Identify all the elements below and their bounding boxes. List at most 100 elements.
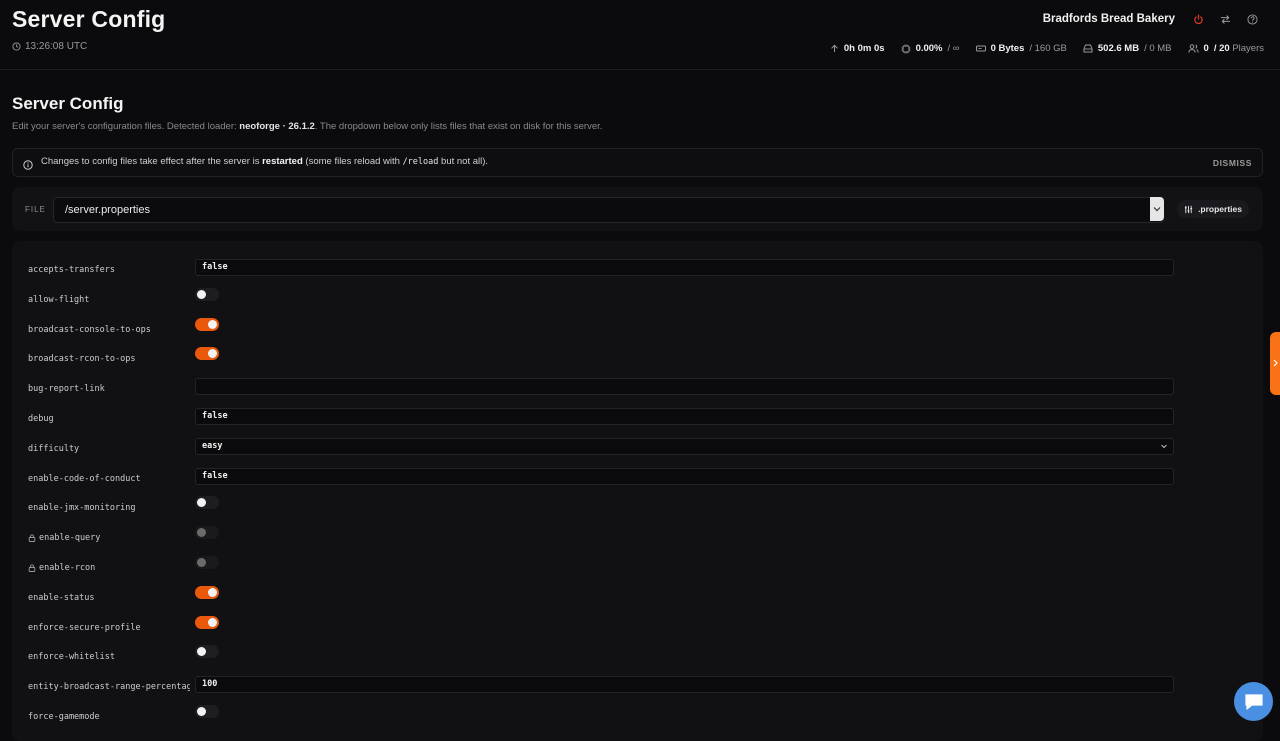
property-key: enable-code-of-conduct	[28, 474, 141, 484]
dismiss-button[interactable]: DISMISS	[1213, 158, 1252, 168]
property-row: enable-rcon	[12, 555, 1263, 585]
subtitle-prefix: Edit your server's configuration files. …	[12, 121, 240, 132]
cpu-icon	[901, 44, 911, 53]
property-key-text: enforce-secure-profile	[28, 622, 141, 633]
property-key-text: force-gamemode	[28, 712, 100, 722]
toggle-knob	[197, 707, 206, 716]
property-key-text: broadcast-console-to-ops	[28, 324, 151, 335]
lock-icon	[28, 534, 36, 543]
players-max: / 20	[1213, 43, 1230, 54]
property-toggle	[195, 526, 219, 540]
property-input[interactable]: 100	[195, 676, 1174, 694]
toggle-knob	[197, 289, 206, 299]
toggle-knob	[208, 587, 217, 597]
players-online: 0	[1203, 43, 1209, 54]
property-toggle[interactable]	[195, 347, 219, 361]
side-panel-handle[interactable]	[1270, 332, 1280, 395]
property-value: easy	[202, 440, 223, 451]
property-value: false	[202, 411, 228, 421]
property-row: enable-jmx-monitoring	[12, 495, 1263, 525]
chevron-down-icon	[1161, 444, 1167, 449]
file-dropdown-value: /server.properties	[65, 204, 150, 216]
property-key: debug	[28, 414, 54, 424]
property-key: enforce-secure-profile	[28, 623, 141, 633]
property-toggle	[195, 556, 219, 569]
property-key-text: enable-jmx-monitoring	[28, 503, 136, 514]
file-selector-bar: FILE /server.properties .properties	[12, 187, 1263, 231]
property-row: broadcast-rcon-to-ops	[12, 346, 1263, 376]
users-icon	[1187, 44, 1199, 53]
detected-loader: neoforge · 26.1.2	[239, 121, 315, 132]
property-toggle[interactable]	[195, 645, 219, 659]
property-input[interactable]	[195, 378, 1174, 396]
notice-suffix: but not all).	[438, 156, 489, 167]
players-stat: 0 / 20 Players	[1187, 43, 1264, 54]
property-input[interactable]: false	[195, 408, 1174, 425]
property-row: difficulty easy	[12, 436, 1263, 466]
toggle-knob	[197, 498, 206, 508]
property-toggle[interactable]	[195, 496, 219, 510]
property-key-text: enable-query	[39, 533, 101, 544]
switch-server-icon[interactable]	[1220, 14, 1231, 25]
property-key-text: broadcast-rcon-to-ops	[28, 354, 136, 365]
memory-stat: 502.6 MB / 0 MB	[1083, 43, 1172, 54]
property-row: accepts-transfers false	[12, 257, 1263, 287]
property-key: entity-broadcast-range-percentage	[28, 682, 190, 692]
file-extension-badge: .properties	[1177, 200, 1249, 218]
server-clock: 13:26:08 UTC	[12, 41, 87, 52]
property-value: false	[202, 470, 228, 481]
clock-text: 13:26:08 UTC	[25, 41, 88, 52]
property-row: debug false	[12, 406, 1263, 436]
property-key: enable-query	[28, 533, 100, 543]
property-key: enable-jmx-monitoring	[28, 503, 135, 513]
cpu-limit: / ∞	[947, 43, 960, 54]
file-dropdown[interactable]: /server.properties	[53, 197, 1164, 223]
chat-button[interactable]	[1234, 682, 1273, 721]
disk-limit: / 160 GB	[1029, 43, 1067, 54]
toggle-knob	[197, 647, 206, 657]
properties-panel: accepts-transfers false allow-flight broadc…	[12, 241, 1263, 741]
property-key: bug-report-link	[28, 384, 105, 394]
property-input[interactable]: false	[195, 259, 1174, 276]
server-stats: 0h 0m 0s 0.00% / ∞ 0 Bytes / 160 GB 502.…	[830, 43, 1264, 54]
notice-middle: (some files reload with	[302, 156, 403, 167]
property-toggle[interactable]	[195, 287, 219, 301]
property-row: enable-query	[12, 525, 1263, 555]
cpu-value: 0.00%	[915, 43, 943, 54]
toggle-knob	[208, 617, 217, 627]
memory-limit: / 0 MB	[1144, 43, 1172, 54]
memory-value: 502.6 MB	[1097, 43, 1140, 54]
disk-value: 0 Bytes	[990, 43, 1025, 54]
cpu-stat: 0.00% / ∞	[901, 43, 960, 54]
property-key-text: enable-code-of-conduct	[28, 473, 141, 484]
property-key-text: difficulty	[28, 443, 80, 454]
property-key-text: accepts-transfers	[28, 265, 115, 275]
uptime-value: 0h 0m 0s	[843, 43, 885, 54]
property-key: accepts-transfers	[28, 265, 115, 275]
property-key-text: enable-rcon	[39, 563, 96, 573]
power-icon[interactable]	[1193, 14, 1204, 25]
help-icon[interactable]	[1247, 14, 1258, 25]
property-row: allow-flight	[12, 287, 1263, 317]
property-key: broadcast-rcon-to-ops	[28, 354, 135, 364]
arrow-up-icon	[831, 44, 838, 53]
file-extension-text: .properties	[1198, 204, 1242, 214]
property-key-text: debug	[28, 414, 54, 424]
disk-stat: 0 Bytes / 160 GB	[975, 43, 1067, 54]
disk-icon	[975, 45, 986, 52]
property-toggle[interactable]	[195, 615, 219, 629]
app-title: Server Config	[12, 6, 166, 32]
clock-icon	[12, 42, 21, 51]
property-select[interactable]: easy	[195, 437, 1174, 455]
subtitle-suffix: . The dropdown below only lists files th…	[314, 121, 603, 132]
notice-prefix: Changes to config files take effect afte…	[41, 156, 263, 167]
property-toggle[interactable]	[195, 585, 219, 599]
property-toggle[interactable]	[195, 317, 219, 331]
chevron-down-icon[interactable]	[1150, 197, 1164, 221]
page-subtitle: Edit your server's configuration files. …	[12, 121, 602, 132]
toggle-knob	[197, 558, 206, 567]
file-label: FILE	[25, 205, 46, 214]
property-input[interactable]: false	[195, 467, 1174, 485]
property-toggle[interactable]	[195, 705, 219, 718]
property-key-text: enforce-whitelist	[28, 652, 115, 663]
